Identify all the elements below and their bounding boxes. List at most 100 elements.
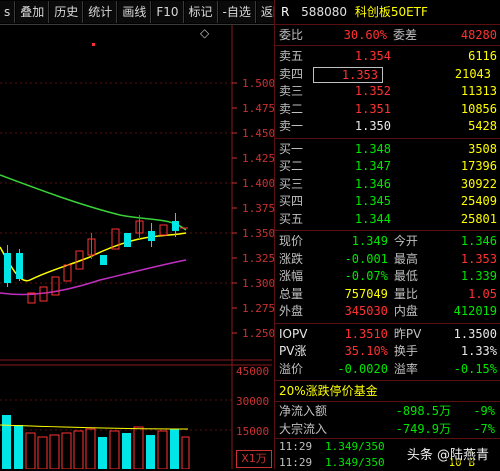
toolbar-item-stats[interactable]: 统计	[84, 1, 118, 23]
stat-label: IOPV	[279, 326, 308, 341]
stat-value: 1.05	[468, 286, 497, 301]
buy-orders: 买一 1.348 3508 买二 1.347 17396 买三 1.346 30…	[275, 139, 500, 231]
sell-level-5[interactable]: 卖五 1.354 6116	[275, 48, 500, 66]
level-label: 卖三	[279, 84, 304, 98]
level-volume: 25409	[460, 194, 497, 208]
order-ratio-row: 委比 30.60% 委差 48280	[275, 25, 500, 46]
sell-level-1[interactable]: 卖一 1.350 5428	[275, 118, 500, 136]
diamond-marker-icon: ◇	[200, 26, 210, 40]
level-price: 1.350	[354, 119, 391, 133]
toolbar-item-draw[interactable]: 画线	[118, 1, 152, 23]
stat-label: 涨幅	[279, 269, 304, 283]
level-price: 1.347	[354, 159, 391, 173]
stat-label: PV涨	[279, 344, 307, 358]
level-price: 1.346	[354, 176, 391, 191]
buy-level-1[interactable]: 买一 1.348 3508	[275, 141, 500, 159]
stat-label: 换手	[393, 344, 418, 358]
stat-row: 总量 757049 量比 1.05	[275, 286, 500, 304]
level-volume: 17396	[460, 159, 497, 173]
stat-row: 外盘 345030 内盘 412019	[275, 303, 500, 321]
stat-row: 溢价 -0.0020 溢率 -0.15%	[275, 361, 500, 379]
weibi-label: 委比	[279, 28, 304, 42]
price-tick: 1.375	[242, 202, 276, 215]
price-tick: 1.400	[242, 177, 276, 190]
iopv-block: IOPV 1.3510 昨PV 1.3500 PV涨 35.10% 换手 1.3…	[275, 324, 500, 381]
stat-row: 涨幅 -0.07% 最低 1.339	[275, 268, 500, 286]
stat-value: 1.3510	[344, 326, 388, 341]
stat-label: 现价	[279, 234, 304, 248]
buy-level-4[interactable]: 买四 1.345 25409	[275, 193, 500, 211]
toolbar-item-mark[interactable]: 标记	[184, 1, 218, 23]
volume-bars	[2, 415, 190, 469]
toolbar-item-s[interactable]: s	[0, 1, 16, 23]
buy-level-2[interactable]: 买二 1.347 17396	[275, 158, 500, 176]
flow-pct: -7%	[473, 422, 495, 436]
sell-level-4[interactable]: 卖四 1.353 21043	[275, 66, 500, 84]
stat-value: 1.346	[460, 234, 497, 248]
price-tick: 1.275	[242, 302, 276, 315]
stat-label: 总量	[279, 286, 304, 301]
level-label: 卖四	[279, 66, 304, 81]
level-price: 1.345	[354, 194, 391, 208]
stat-label: 昨PV	[393, 326, 422, 341]
flow-pct: -9%	[473, 404, 495, 418]
volume-tick: 30000	[236, 395, 270, 408]
level-volume: 21043	[454, 66, 491, 81]
sell-orders: 卖五 1.354 6116 卖四 1.353 21043 卖三 1.352 11…	[275, 46, 500, 139]
buy-level-3[interactable]: 买三 1.346 30922	[275, 176, 500, 194]
price-tick: 1.325	[242, 252, 276, 265]
level-price: 1.344	[354, 211, 391, 226]
level-label: 买五	[279, 211, 304, 226]
stat-value: 345030	[344, 304, 388, 318]
security-title: R 588080 科创板50ETF	[275, 0, 500, 25]
sell-level-2[interactable]: 卖二 1.351 10856	[275, 101, 500, 119]
level-volume: 11313	[460, 84, 497, 98]
stat-row: 现价 1.349 今开 1.346	[275, 233, 500, 251]
candlestick-chart[interactable]: ◇	[0, 25, 272, 469]
stat-value: 1.349	[351, 234, 388, 248]
stat-label: 量比	[393, 286, 418, 301]
stat-value: 1.353	[460, 251, 497, 266]
watermark: 头条 @陆燕青	[403, 444, 492, 463]
level-volume: 30922	[460, 176, 497, 191]
flow-row: 大宗流入 -749.9万 -7%	[275, 420, 500, 439]
stats-block: 现价 1.349 今开 1.346 涨跌 -0.001 最高 1.353 涨幅 …	[275, 231, 500, 324]
level-label: 卖二	[279, 101, 304, 116]
stat-value: 1.339	[460, 269, 497, 283]
stat-value: -0.0020	[337, 361, 388, 376]
toolbar-item-remove-watchlist[interactable]: -自选	[218, 1, 256, 23]
toolbar-item-f10[interactable]: F10	[152, 1, 184, 23]
stat-row: IOPV 1.3510 昨PV 1.3500	[275, 326, 500, 344]
price-tick: 1.500	[242, 77, 276, 90]
stat-value: 757049	[344, 286, 388, 301]
buy-level-5[interactable]: 买五 1.344 25801	[275, 211, 500, 229]
flow-label: 大宗流入	[279, 422, 328, 436]
level-label: 卖一	[279, 119, 304, 133]
toolbar-item-history[interactable]: 历史	[50, 1, 84, 23]
ma-line-yellow	[0, 232, 187, 282]
stat-value: -0.001	[344, 251, 388, 266]
ma-line-magenta	[0, 259, 187, 296]
price-tick: 1.250	[242, 327, 276, 340]
stat-value: -0.07%	[344, 269, 388, 283]
stat-row: PV涨 35.10% 换手 1.33%	[275, 343, 500, 361]
price-tick: 1.300	[242, 277, 276, 290]
volume-tick: 45000	[236, 365, 270, 378]
stat-label: 外盘	[279, 304, 304, 318]
toolbar-item-overlay[interactable]: 叠加	[16, 1, 50, 23]
flow-value: -749.9万	[395, 422, 451, 436]
red-marker-dot	[92, 43, 95, 46]
stat-label: 涨跌	[279, 251, 304, 266]
stat-label: 今开	[393, 234, 418, 248]
level-label: 买一	[279, 141, 304, 156]
level-volume: 6116	[468, 49, 497, 63]
level-label: 买二	[279, 159, 304, 173]
candlestick-chart-area[interactable]: ◇ 1.500 1.475 1.450 1.425 1.400 1.375 1.…	[0, 25, 276, 469]
security-code: 588080	[301, 5, 347, 19]
level-volume: 10856	[460, 101, 497, 116]
sell-level-3[interactable]: 卖三 1.352 11313	[275, 83, 500, 101]
stat-label: 溢率	[393, 361, 418, 376]
stat-value: -0.15%	[453, 361, 497, 376]
flow-label: 净流入额	[279, 404, 328, 418]
candle	[124, 233, 131, 247]
